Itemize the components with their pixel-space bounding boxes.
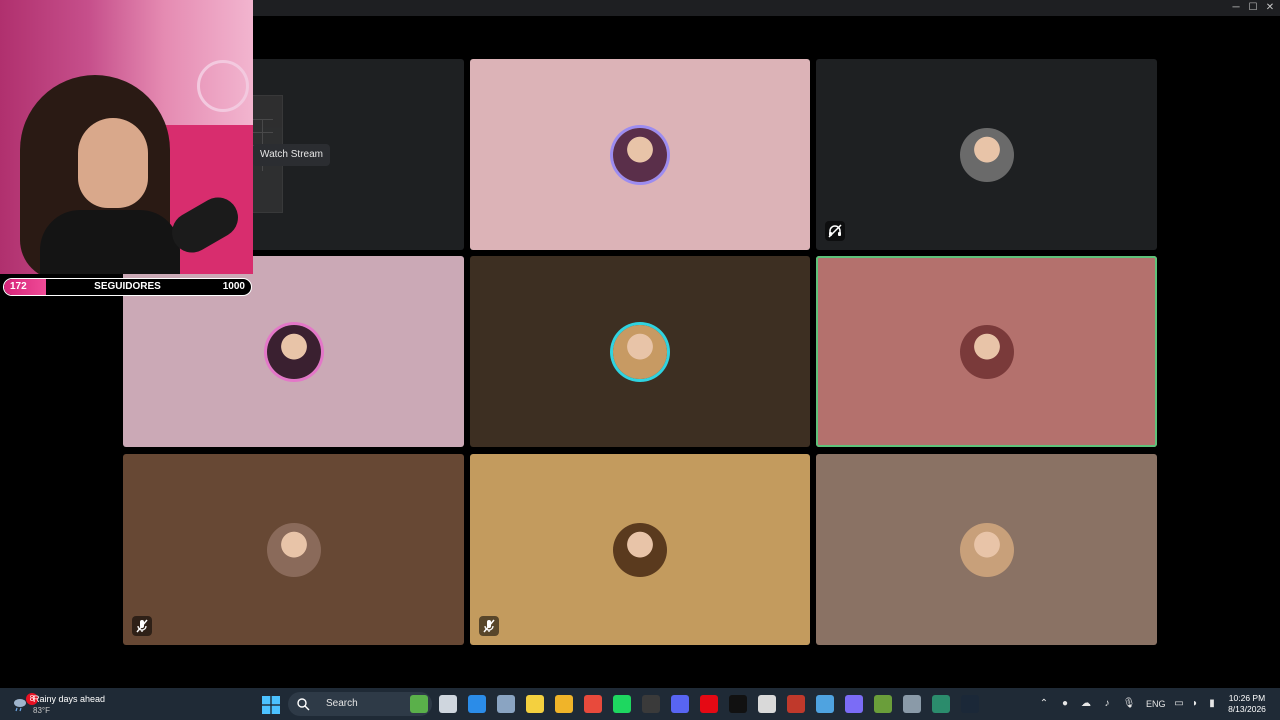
sticker-app-icon[interactable] <box>410 695 428 713</box>
participant-tile[interactable] <box>470 454 810 645</box>
battery-icon[interactable]: ▮ <box>1205 697 1219 711</box>
taskbar: 8 Rainy days ahead 83°F Search ⌃ ● ☁ ♪ 🎙… <box>0 688 1280 720</box>
participant-tile-speaking[interactable] <box>816 256 1157 447</box>
weather-title: Rainy days ahead <box>33 694 106 704</box>
capture-icon[interactable] <box>758 695 776 713</box>
avatar <box>959 522 1014 577</box>
muted-mic-icon <box>479 616 499 636</box>
terminal-icon[interactable] <box>932 695 950 713</box>
task-view-icon[interactable] <box>439 695 457 713</box>
minecraft-icon[interactable] <box>874 695 892 713</box>
settings-icon[interactable] <box>497 695 515 713</box>
follower-goal-bar: SEGUIDORES 172 1000 <box>3 278 252 296</box>
tiktok-icon[interactable] <box>729 695 747 713</box>
clock-time: 10:26 PM <box>1228 693 1266 703</box>
muted-mic-icon <box>132 616 152 636</box>
participant-tile[interactable] <box>123 454 464 645</box>
follower-goal-label: SEGUIDORES <box>94 281 161 292</box>
chevron-up-icon[interactable]: ⌃ <box>1037 697 1051 711</box>
file-explorer-icon[interactable] <box>555 695 573 713</box>
onedrive-icon[interactable]: ☁ <box>1079 697 1093 711</box>
follower-goal: 1000 <box>222 281 245 292</box>
participant-tile[interactable] <box>470 59 810 250</box>
notes-icon[interactable] <box>526 695 544 713</box>
deafened-icon <box>825 221 845 241</box>
avatar <box>959 324 1014 379</box>
steam-icon[interactable] <box>961 695 979 713</box>
windows-start-icon[interactable] <box>262 696 280 714</box>
search-label: Search <box>326 698 358 709</box>
webcam-overlay <box>0 0 253 274</box>
spotify-icon[interactable] <box>613 695 631 713</box>
avatar <box>613 522 667 577</box>
participant-tile[interactable] <box>816 454 1157 645</box>
system-clock[interactable]: 10:26 PM 8/13/2026 <box>1222 693 1272 715</box>
language-indicator[interactable]: ENG <box>1146 688 1166 720</box>
avatar <box>613 127 667 182</box>
chrome-icon[interactable] <box>584 695 602 713</box>
controller-icon[interactable] <box>845 695 863 713</box>
ring-light <box>197 60 249 112</box>
speaker-icon[interactable]: ♪ <box>1100 697 1114 711</box>
avatar <box>266 522 321 577</box>
discord-icon[interactable] <box>671 695 689 713</box>
participant-tile[interactable] <box>470 256 810 447</box>
calculator-icon[interactable] <box>903 695 921 713</box>
watch-stream-button[interactable]: Watch Stream <box>253 144 330 166</box>
avatar <box>266 324 321 379</box>
microphone-icon[interactable]: 🎙 <box>1122 697 1136 711</box>
volume-icon[interactable]: ◗ <box>1188 697 1202 711</box>
netflix-icon[interactable] <box>700 695 718 713</box>
weather-temp: 83°F <box>33 706 50 715</box>
store-icon[interactable] <box>468 695 486 713</box>
follower-count: 172 <box>10 281 27 292</box>
photos-icon[interactable] <box>816 695 834 713</box>
screen: ─ ☐ ✕ Watch Stream SEGUIDORES 172 1000 8… <box>0 0 1280 720</box>
wifi-icon[interactable]: ▭ <box>1172 697 1186 711</box>
avatar <box>959 127 1014 182</box>
search-icon <box>297 698 310 711</box>
close-icon[interactable]: ✕ <box>1259 0 1280 16</box>
voicemod-icon[interactable] <box>787 695 805 713</box>
obs-icon[interactable] <box>642 695 660 713</box>
streamer-body <box>40 210 180 274</box>
participant-tile[interactable] <box>816 59 1157 250</box>
streamer-face <box>78 118 148 208</box>
avatar <box>613 324 667 379</box>
network-app-icon[interactable]: ● <box>1058 697 1072 711</box>
clock-date: 8/13/2026 <box>1228 704 1266 714</box>
